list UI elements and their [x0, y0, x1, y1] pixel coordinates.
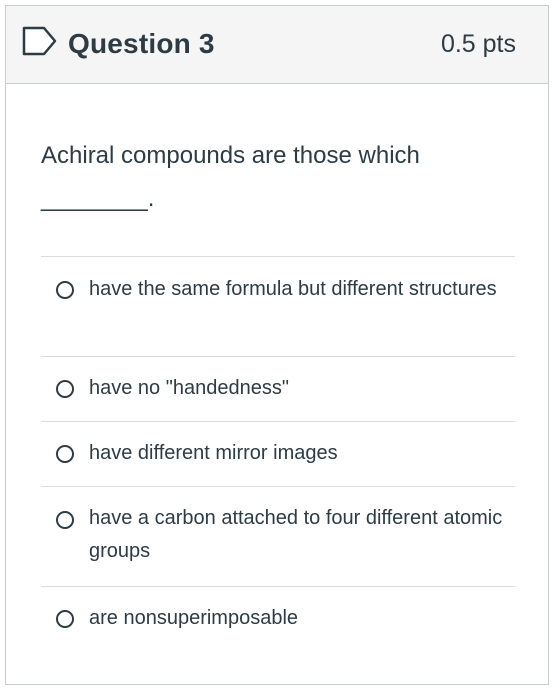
- radio-button-empty-icon[interactable]: [56, 281, 74, 299]
- flag-outline-icon[interactable]: [22, 26, 58, 56]
- answer-label: are nonsuperimposable: [89, 607, 299, 629]
- answer-label: have no "handedness": [89, 377, 289, 399]
- answer-option[interactable]: are nonsuperimposable: [41, 586, 515, 651]
- answer-option[interactable]: have different mirror images: [41, 421, 515, 486]
- radio-button-empty-icon[interactable]: [56, 511, 74, 529]
- question-title: Question 3: [68, 28, 215, 59]
- radio-button-empty-icon[interactable]: [56, 610, 74, 628]
- radio-button-empty-icon[interactable]: [56, 380, 74, 398]
- radio-button-empty-icon[interactable]: [56, 445, 74, 463]
- answer-label: have different mirror images: [89, 442, 338, 464]
- answer-list: have the same formula but different stru…: [41, 256, 515, 651]
- question-header: Question 3 0.5 pts: [6, 6, 548, 84]
- answer-option[interactable]: have the same formula but different stru…: [41, 256, 515, 356]
- question-card: Question 3 0.5 pts Achiral compounds are…: [5, 5, 549, 685]
- answer-label: have a carbon attached to four different…: [89, 507, 503, 562]
- answer-option[interactable]: have a carbon attached to four different…: [41, 486, 515, 586]
- question-prompt: Achiral compounds are those which ______…: [41, 142, 420, 212]
- question-points: 0.5 pts: [440, 30, 516, 58]
- answer-label: have the same formula but different stru…: [89, 278, 497, 300]
- answer-option[interactable]: have no "handedness": [41, 356, 515, 421]
